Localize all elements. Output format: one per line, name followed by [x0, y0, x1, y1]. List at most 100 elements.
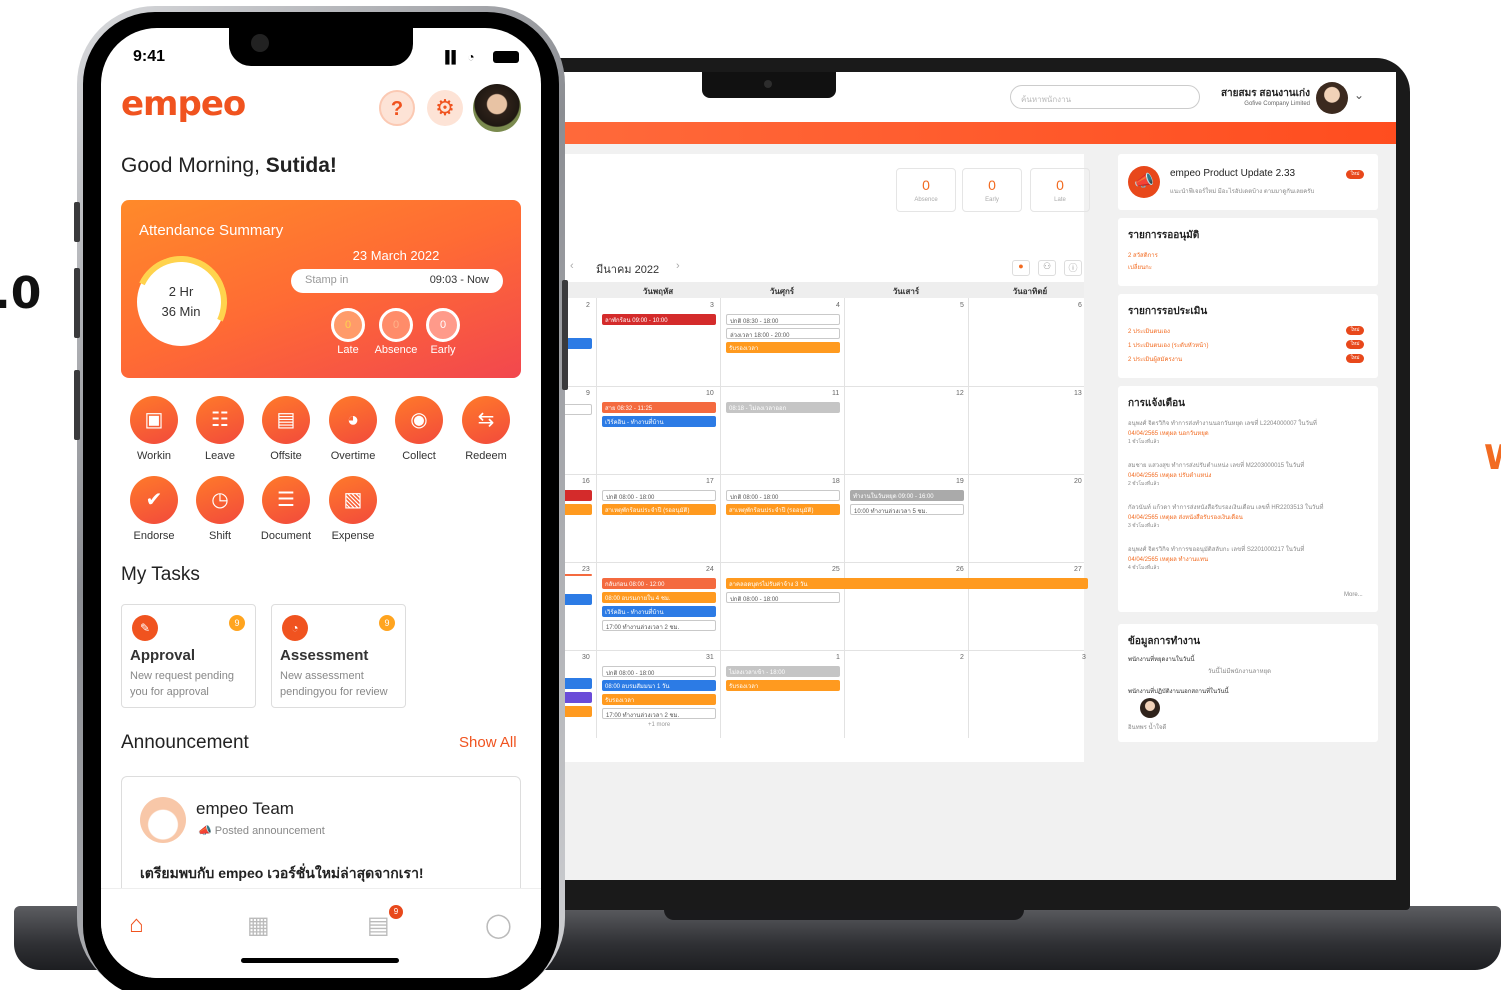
day-number: 5	[960, 302, 964, 309]
home-icon[interactable]: ⌂	[129, 911, 144, 939]
calendar-event[interactable]: ปกติ 08:00 - 18:00	[726, 490, 840, 501]
task-assessment[interactable]: ◔ 9 Assessment New assessment pendingyou…	[271, 604, 406, 708]
info-icon[interactable]: ⓘ	[1064, 260, 1082, 276]
requests-icon[interactable]: ▤	[367, 911, 390, 940]
calendar-event[interactable]: 08:00 อบรมสัมมนา 1 วัน	[602, 680, 716, 691]
weekday-fri: วันศุกร์	[769, 287, 795, 296]
chevron-down-icon[interactable]: ⌄	[1354, 88, 1364, 102]
calendar-event[interactable]: 10:00 ทำงานล่วงเวลา 5 ชม.	[850, 504, 964, 515]
day-number: 18	[832, 478, 840, 485]
menu-endorse[interactable]: ✔ Endorse	[121, 476, 187, 542]
menu-workin[interactable]: ▣ Workin	[121, 396, 187, 462]
calendar-event[interactable]: ปกติ 08:00 - 18:00	[602, 666, 716, 677]
calendar-event[interactable]: รับรองเวลา	[602, 694, 716, 705]
calendar-event[interactable]: 17:00 ทำงานล่วงเวลา 2 ชม.	[602, 620, 716, 631]
briefcase-icon: ▣	[130, 396, 178, 444]
calendar-event[interactable]: รับรองเวลา	[726, 680, 840, 691]
calendar-event[interactable]: เวิร์คอิน - ทำงานที่บ้าน	[602, 606, 716, 617]
notification-text[interactable]: สมชาย แสวงสุข ทำการส่งปรับตำแหน่ง เลขที่…	[1128, 460, 1304, 470]
day-number: 23	[582, 566, 590, 573]
more-notifications-link[interactable]: More...	[1344, 592, 1363, 598]
assessment-icon: ◔	[282, 615, 308, 641]
calendar-event[interactable]: 08:00 อบรมภายใน 4 ชม.	[602, 592, 716, 603]
calendar-event[interactable]: ปกติ 08:00 - 18:00	[602, 490, 716, 501]
calendar-event[interactable]: ลาพักร้อน 09:00 - 10:00	[602, 314, 716, 325]
approval-icon: ✎	[132, 615, 158, 641]
worked-minutes: 36 Min	[161, 304, 201, 319]
more-events-link[interactable]: +1 more	[648, 722, 670, 728]
card-line[interactable]: 2 สวัสดิการ	[1128, 250, 1158, 260]
day-number: 17	[706, 478, 714, 485]
calendar-event[interactable]	[562, 706, 592, 717]
calendar-event[interactable]: ปกติ 08:00 - 18:00	[726, 592, 840, 603]
calendar-event[interactable]: ลาคลอดบุตรไม่รับค่าจ้าง 3 วัน	[726, 578, 1088, 589]
task-desc: New request pending you for approval	[130, 670, 234, 698]
calendar-event[interactable]: สาเหตุพักร้อนประจำปี (รออนุมัติ)	[602, 504, 716, 515]
calendar-event[interactable]	[562, 404, 592, 415]
edge-right-text: W	[1484, 438, 1501, 478]
menu-redeem[interactable]: ⇆ Redeem	[453, 396, 519, 462]
menu-expense[interactable]: ▧ Expense	[320, 476, 386, 542]
calendar-event[interactable]: 08:18 - ไม่ลงเวลาออก	[726, 402, 840, 413]
card-line[interactable]: 1 ประเมินตนเอง (ระดับหัวหน้า)	[1128, 340, 1209, 350]
calendar-event[interactable]	[562, 490, 592, 501]
employee-avatar[interactable]	[1140, 698, 1160, 718]
card-line[interactable]: เปลี่ยนกะ	[1128, 262, 1152, 272]
notification-text[interactable]: อนุพงศ์ จิตรวิกิจ ทำการส่งทำงานนอกวันหยุ…	[1128, 418, 1317, 428]
calendar-event[interactable]	[562, 594, 592, 605]
calendar-event[interactable]: สาเหตุพักร้อนประจำปี (รออนุมัติ)	[726, 504, 840, 515]
calendar-event[interactable]: ปกติ 08:30 - 18:00	[726, 314, 840, 325]
calendar-event[interactable]: กลับก่อน 08:00 - 12:00	[602, 578, 716, 589]
calendar-event[interactable]: ล่วงเวลา 18:00 - 20:00	[726, 328, 840, 339]
endorse-icon: ✔	[130, 476, 178, 524]
calendar-event[interactable]	[562, 692, 592, 703]
profile-icon[interactable]: ◯	[485, 911, 512, 940]
avatar[interactable]	[473, 84, 521, 132]
web-app-screen: ค้นหาพนักงาน สายสมร สอนงานเก่ง Gofive Co…	[548, 72, 1396, 880]
next-month-icon[interactable]: ›	[676, 260, 680, 272]
notification-text: 04/04/2565 เหตุผล นอกวันหยุด	[1128, 431, 1209, 437]
calendar-event[interactable]: สาย 08:32 - 11:25	[602, 402, 716, 413]
edge-left-text: .0	[0, 268, 42, 319]
pending-assessment-card[interactable]: รายการรอประเมิน 2 ประเมินตนเอง 1 ประเมิน…	[1118, 294, 1378, 378]
calendar-event[interactable]: ไม่ลงเวลาเข้า - 18:00	[726, 666, 840, 677]
task-approval[interactable]: ✎ 9 Approval New request pending you for…	[121, 604, 256, 708]
calendar-event[interactable]	[562, 678, 592, 689]
show-all-link[interactable]: Show All	[459, 734, 517, 751]
menu-document[interactable]: ☰ Document	[253, 476, 319, 542]
grid-row	[548, 650, 1084, 651]
calendar-icon[interactable]: ▦	[247, 911, 270, 940]
employee-search-input[interactable]: ค้นหาพนักงาน	[1010, 85, 1200, 109]
attendance-summary-card[interactable]: Attendance Summary 2 Hr 36 Min 23 March …	[121, 200, 521, 378]
pending-approval-card[interactable]: รายการรออนุมัติ 2 สวัสดิการ เปลี่ยนกะ	[1118, 218, 1378, 286]
person-filter-icon[interactable]: ●	[1012, 260, 1030, 276]
calendar-event[interactable]	[562, 504, 592, 515]
menu-leave[interactable]: ☷ Leave	[187, 396, 253, 462]
calendar-weekday-header: วันพฤหัส วันศุกร์ วันเสาร์ วันอาทิตย์	[548, 282, 1084, 298]
calendar-event[interactable]	[562, 574, 592, 576]
product-update-card[interactable]: 📣 empeo Product Update 2.33 ใหม่ แนะนำฟี…	[1118, 154, 1378, 210]
notification-text[interactable]: อนุพงศ์ จิตรวิกิจ ทำการขออนุมัติสลับกะ เ…	[1128, 544, 1304, 554]
menu-offsite[interactable]: ▤ Offsite	[253, 396, 319, 462]
help-icon[interactable]: ?	[379, 90, 415, 126]
menu-collect[interactable]: ◉ Collect	[386, 396, 452, 462]
team-filter-icon[interactable]: ⚇	[1038, 260, 1056, 276]
calendar-month-label: มีนาคม 2022	[596, 264, 660, 276]
menu-shift[interactable]: ◷ Shift	[187, 476, 253, 542]
calendar-event[interactable]: ทำงานในวันหยุด 09:00 - 16:00	[850, 490, 964, 501]
notification-card: การแจ้งเตือน อนุพงศ์ จิตรวิกิจ ทำการส่งท…	[1118, 386, 1378, 612]
calendar-event[interactable]: เวิร์คอิน - ทำงานที่บ้าน	[602, 416, 716, 427]
notification-text[interactable]: กัลวนันท์ แก้วดา ทำการส่งหนังสือรับรองเง…	[1128, 502, 1324, 512]
gear-icon[interactable]: ⚙	[427, 90, 463, 126]
calendar-event[interactable]: 17:00 ทำงานล่วงเวลา 2 ชม.	[602, 708, 716, 719]
card-line[interactable]: 2 ประเมินตนเอง	[1128, 326, 1170, 336]
menu-overtime[interactable]: ◕ Overtime	[320, 396, 386, 462]
bottom-tab-bar: ⌂ ▦ ▤ 9 ◯	[101, 888, 541, 978]
stamp-in-value: 09:03 - Now	[429, 274, 489, 286]
task-title: Approval	[130, 647, 196, 664]
web-user-avatar[interactable]	[1316, 82, 1348, 114]
prev-month-icon[interactable]: ‹	[570, 260, 574, 272]
calendar-event[interactable]: รับรองเวลา	[726, 342, 840, 353]
card-line[interactable]: 2 ประเมินผู้สมัครงาน	[1128, 354, 1182, 364]
laptop-camera-notch	[702, 72, 836, 98]
